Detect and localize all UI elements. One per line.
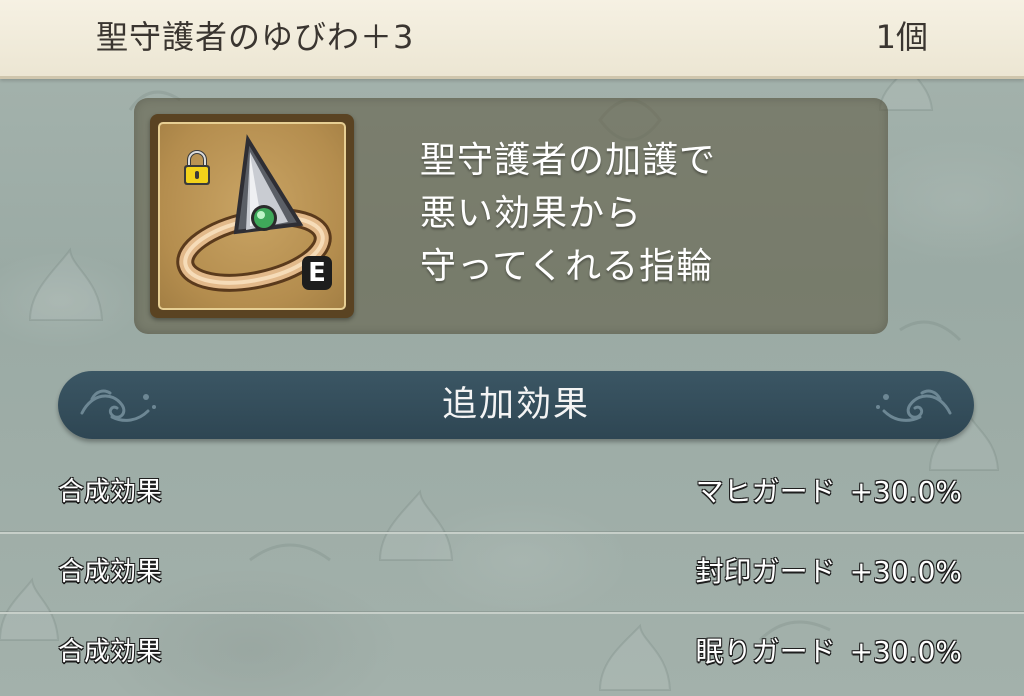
effect-row: 合成効果 マヒガード +30.0% <box>0 454 1024 534</box>
item-header: 聖守護者のゆびわ＋3 1個 <box>0 0 1024 79</box>
effect-row: 合成効果 眠りガード +30.0% <box>0 614 1024 694</box>
item-name: 聖守護者のゆびわ＋3 <box>96 18 415 56</box>
equipped-badge: E <box>302 256 332 290</box>
effect-value: マヒガード +30.0% <box>696 472 962 512</box>
description-line: 守ってくれる指輪 <box>420 246 714 287</box>
ornament-right-icon <box>876 389 952 422</box>
effect-name: 眠りガード <box>695 635 836 668</box>
item-count: 1個 <box>875 18 928 56</box>
description-line: 悪い効果から <box>420 193 643 234</box>
item-description: 聖守護者の加護で 悪い効果から 守ってくれる指輪 <box>420 134 860 293</box>
item-icon-frame[interactable]: E <box>150 114 354 318</box>
additional-effects-title: 追加効果 <box>441 385 590 425</box>
padlock-icon <box>184 150 210 185</box>
description-line: 聖守護者の加護で <box>420 140 717 181</box>
equipped-badge-text: E <box>308 258 326 288</box>
effect-amount: +30.0% <box>849 555 962 588</box>
effect-value: 眠りガード +30.0% <box>696 632 962 672</box>
effect-name: 封印ガード <box>695 555 836 588</box>
effect-name: マヒガード <box>695 475 836 508</box>
effect-amount: +30.0% <box>849 635 962 668</box>
effect-amount: +30.0% <box>849 475 962 508</box>
additional-effects-banner: 追加効果 <box>58 371 974 439</box>
effect-label: 合成効果 <box>58 557 163 587</box>
effect-label: 合成効果 <box>58 477 163 507</box>
effect-value: 封印ガード +30.0% <box>696 552 962 592</box>
effect-label: 合成効果 <box>58 637 163 667</box>
effect-row: 合成効果 封印ガード +30.0% <box>0 534 1024 614</box>
